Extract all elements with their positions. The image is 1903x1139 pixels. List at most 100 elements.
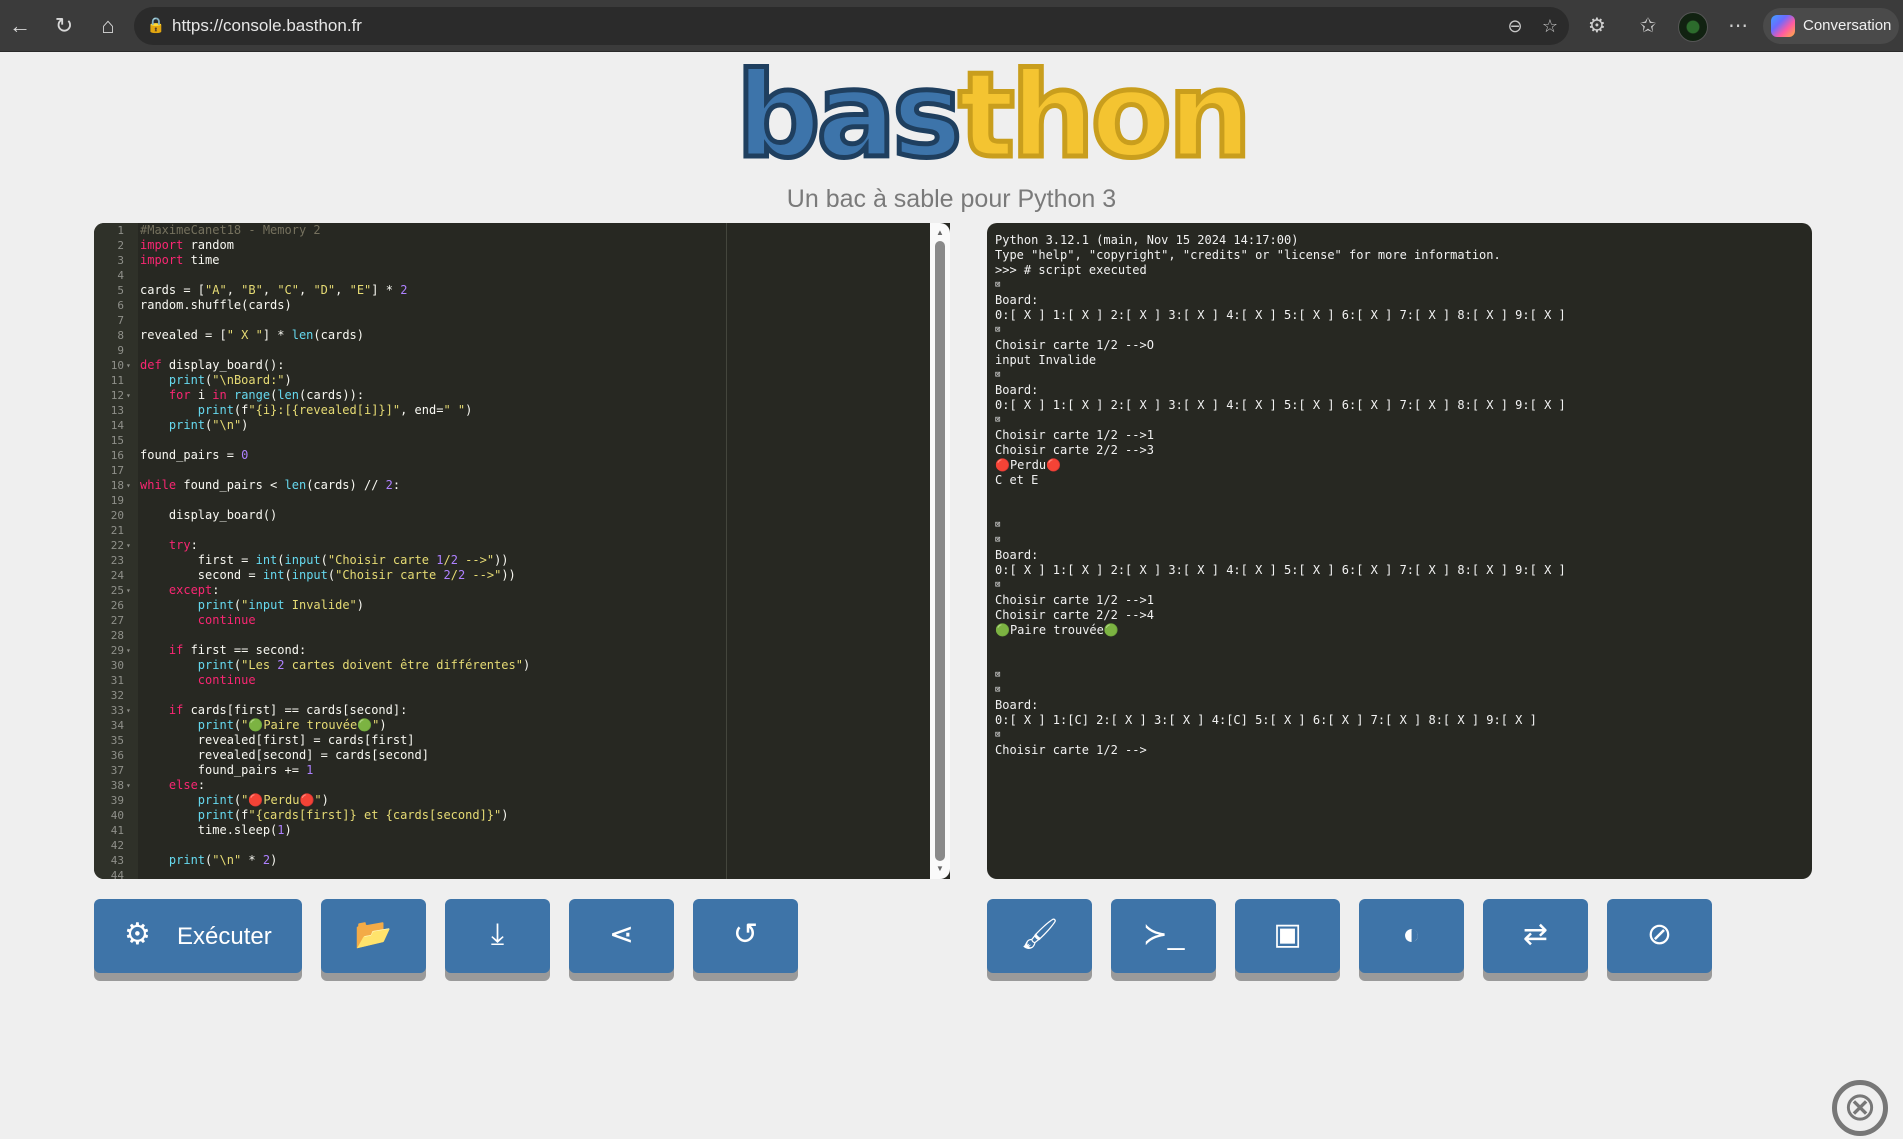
fold-arrow-icon[interactable]: ▾ <box>126 358 131 373</box>
code-line[interactable]: 7 <box>94 313 950 328</box>
fold-arrow-icon[interactable]: ▾ <box>126 643 131 658</box>
url-text[interactable]: https://console.basthon.fr <box>172 16 362 36</box>
code-line[interactable]: 1 #MaximeCanet18 - Memory 2 <box>94 223 950 238</box>
code-line[interactable]: 9 <box>94 343 950 358</box>
gears-icon: ⚙ <box>124 918 151 951</box>
code-line[interactable]: 10 ▾ def display_board(): <box>94 358 950 373</box>
code-line[interactable]: 38 ▾ else: <box>94 778 950 793</box>
line-number: 27 <box>110 614 124 627</box>
fold-arrow-icon[interactable]: ▾ <box>126 478 131 493</box>
editor-scrollbar[interactable]: ▲ ▼ <box>930 223 950 879</box>
code-line[interactable]: 40 print(f"{cards[first]} et {cards[seco… <box>94 808 950 823</box>
fold-arrow-icon[interactable]: ▾ <box>126 538 131 553</box>
code-line[interactable]: 2 import random <box>94 238 950 253</box>
line-number: 6 <box>117 299 124 312</box>
code-line[interactable]: 33 ▾ if cards[first] == cards[second]: <box>94 703 950 718</box>
code-line[interactable]: 35 revealed[first] = cards[first] <box>94 733 950 748</box>
line-number: 17 <box>110 464 124 477</box>
code-line[interactable]: 28 <box>94 628 950 643</box>
code-line[interactable]: 25 ▾ except: <box>94 583 950 598</box>
code-line[interactable]: 31 continue <box>94 673 950 688</box>
python-console[interactable]: Python 3.12.1 (main, Nov 15 2024 14:17:0… <box>987 223 1812 879</box>
copilot-button[interactable]: Conversation <box>1763 8 1899 44</box>
copilot-label: Conversation <box>1803 17 1892 34</box>
more-icon[interactable]: ⋯ <box>1723 11 1753 41</box>
code-line[interactable]: 3 import time <box>94 253 950 268</box>
line-number: 26 <box>110 599 124 612</box>
code-line[interactable]: 32 <box>94 688 950 703</box>
code-line[interactable]: 22 ▾ try: <box>94 538 950 553</box>
back-icon[interactable]: ← <box>4 10 36 42</box>
code-line[interactable]: 14 print("\n") <box>94 418 950 433</box>
fold-arrow-icon[interactable]: ▾ <box>126 583 131 598</box>
graphics-button[interactable]: ▣ <box>1235 899 1340 973</box>
line-number: 24 <box>110 569 124 582</box>
theme-button[interactable]: ◐ <box>1359 899 1464 973</box>
code-lines[interactable]: 1 #MaximeCanet18 - Memory 2 2 import random… <box>94 223 950 879</box>
code-line[interactable]: 13 print(f"{i}:[{revealed[i]}]", end=" "… <box>94 403 950 418</box>
code-line[interactable]: 16 found_pairs = 0 <box>94 448 950 463</box>
code-line[interactable]: 11 print("\nBoard:") <box>94 373 950 388</box>
code-line[interactable]: 30 print("Les 2 cartes doivent être diff… <box>94 658 950 673</box>
profile-avatar[interactable] <box>1678 12 1708 42</box>
share-button[interactable]: ⋖ <box>569 899 674 973</box>
help-lifebuoy-icon[interactable]: ⊗ <box>1832 1080 1888 1136</box>
code-line[interactable]: 37 found_pairs += 1 <box>94 763 950 778</box>
line-number: 3 <box>117 254 124 267</box>
code-line[interactable]: 21 <box>94 523 950 538</box>
code-line[interactable]: 27 continue <box>94 613 950 628</box>
console-line: Choisir carte 1/2 --> <box>995 743 1147 757</box>
reload-icon[interactable]: ↻ <box>48 10 80 42</box>
scroll-thumb[interactable] <box>935 241 945 861</box>
fold-arrow-icon[interactable]: ▾ <box>126 778 131 793</box>
code-line[interactable]: 23 first = int(input("Choisir carte 1/2 … <box>94 553 950 568</box>
code-line[interactable]: 18 ▾ while found_pairs < len(cards) // 2: <box>94 478 950 493</box>
hide-editor-button[interactable]: ⊘ <box>1607 899 1712 973</box>
zoom-icon[interactable]: ⊖ <box>1504 15 1526 37</box>
address-bar[interactable]: 🔒 https://console.basthon.fr ⊖ ☆ <box>134 7 1569 45</box>
reset-button[interactable]: ↺ <box>693 899 798 973</box>
code-line[interactable]: 6 random.shuffle(cards) <box>94 298 950 313</box>
logo-text-thon: thon <box>956 46 1254 184</box>
run-button[interactable]: ⚙ Exécuter <box>94 899 302 973</box>
code-line[interactable]: 24 second = int(input("Choisir carte 2/2… <box>94 568 950 583</box>
code-line[interactable]: 15 <box>94 433 950 448</box>
code-line[interactable]: 29 ▾ if first == second: <box>94 643 950 658</box>
code-line[interactable]: 12 ▾ for i in range(len(cards)): <box>94 388 950 403</box>
extensions-icon[interactable]: ⚙ <box>1582 11 1612 41</box>
scroll-up-icon[interactable]: ▲ <box>936 229 944 237</box>
code-line[interactable]: 19 <box>94 493 950 508</box>
code-line[interactable]: 36 revealed[second] = cards[second] <box>94 748 950 763</box>
download-button[interactable]: ⤓ <box>445 899 550 973</box>
code-line[interactable]: 34 print("🟢Paire trouvée🟢") <box>94 718 950 733</box>
open-file-button[interactable]: 📂 <box>321 899 426 973</box>
home-icon[interactable]: ⌂ <box>92 10 124 42</box>
fold-arrow-icon[interactable]: ▾ <box>126 703 131 718</box>
console-line: ⊠ <box>995 730 1001 740</box>
code-line[interactable]: 44 <box>94 868 950 879</box>
code-editor[interactable]: 1 #MaximeCanet18 - Memory 2 2 import random… <box>94 223 950 879</box>
code-line[interactable]: 26 print("input Invalide") <box>94 598 950 613</box>
lock-icon[interactable]: 🔒 <box>146 16 166 36</box>
line-number: 15 <box>110 434 124 447</box>
line-number: 8 <box>117 329 124 342</box>
code-line[interactable]: 17 <box>94 463 950 478</box>
code-line[interactable]: 5 cards = ["A", "B", "C", "D", "E"] * 2 <box>94 283 950 298</box>
code-line[interactable]: 41 time.sleep(1) <box>94 823 950 838</box>
line-number: 20 <box>110 509 124 522</box>
fold-arrow-icon[interactable]: ▾ <box>126 388 131 403</box>
swap-layout-button[interactable]: ⇄ <box>1483 899 1588 973</box>
code-text: for i in range(len(cards)): <box>168 388 365 402</box>
favorites-icon[interactable]: ✩ <box>1633 11 1663 41</box>
terminal-button[interactable]: ≻_ <box>1111 899 1216 973</box>
code-line[interactable]: 8 revealed = [" X "] * len(cards) <box>94 328 950 343</box>
clear-console-button[interactable]: 🖌 <box>987 899 1092 973</box>
line-number: 30 <box>110 659 124 672</box>
code-line[interactable]: 4 <box>94 268 950 283</box>
star-icon[interactable]: ☆ <box>1539 15 1561 37</box>
code-line[interactable]: 20 display_board() <box>94 508 950 523</box>
code-line[interactable]: 43 print("\n" * 2) <box>94 853 950 868</box>
code-line[interactable]: 42 <box>94 838 950 853</box>
code-line[interactable]: 39 print("🔴Perdu🔴") <box>94 793 950 808</box>
scroll-down-icon[interactable]: ▼ <box>936 865 944 873</box>
